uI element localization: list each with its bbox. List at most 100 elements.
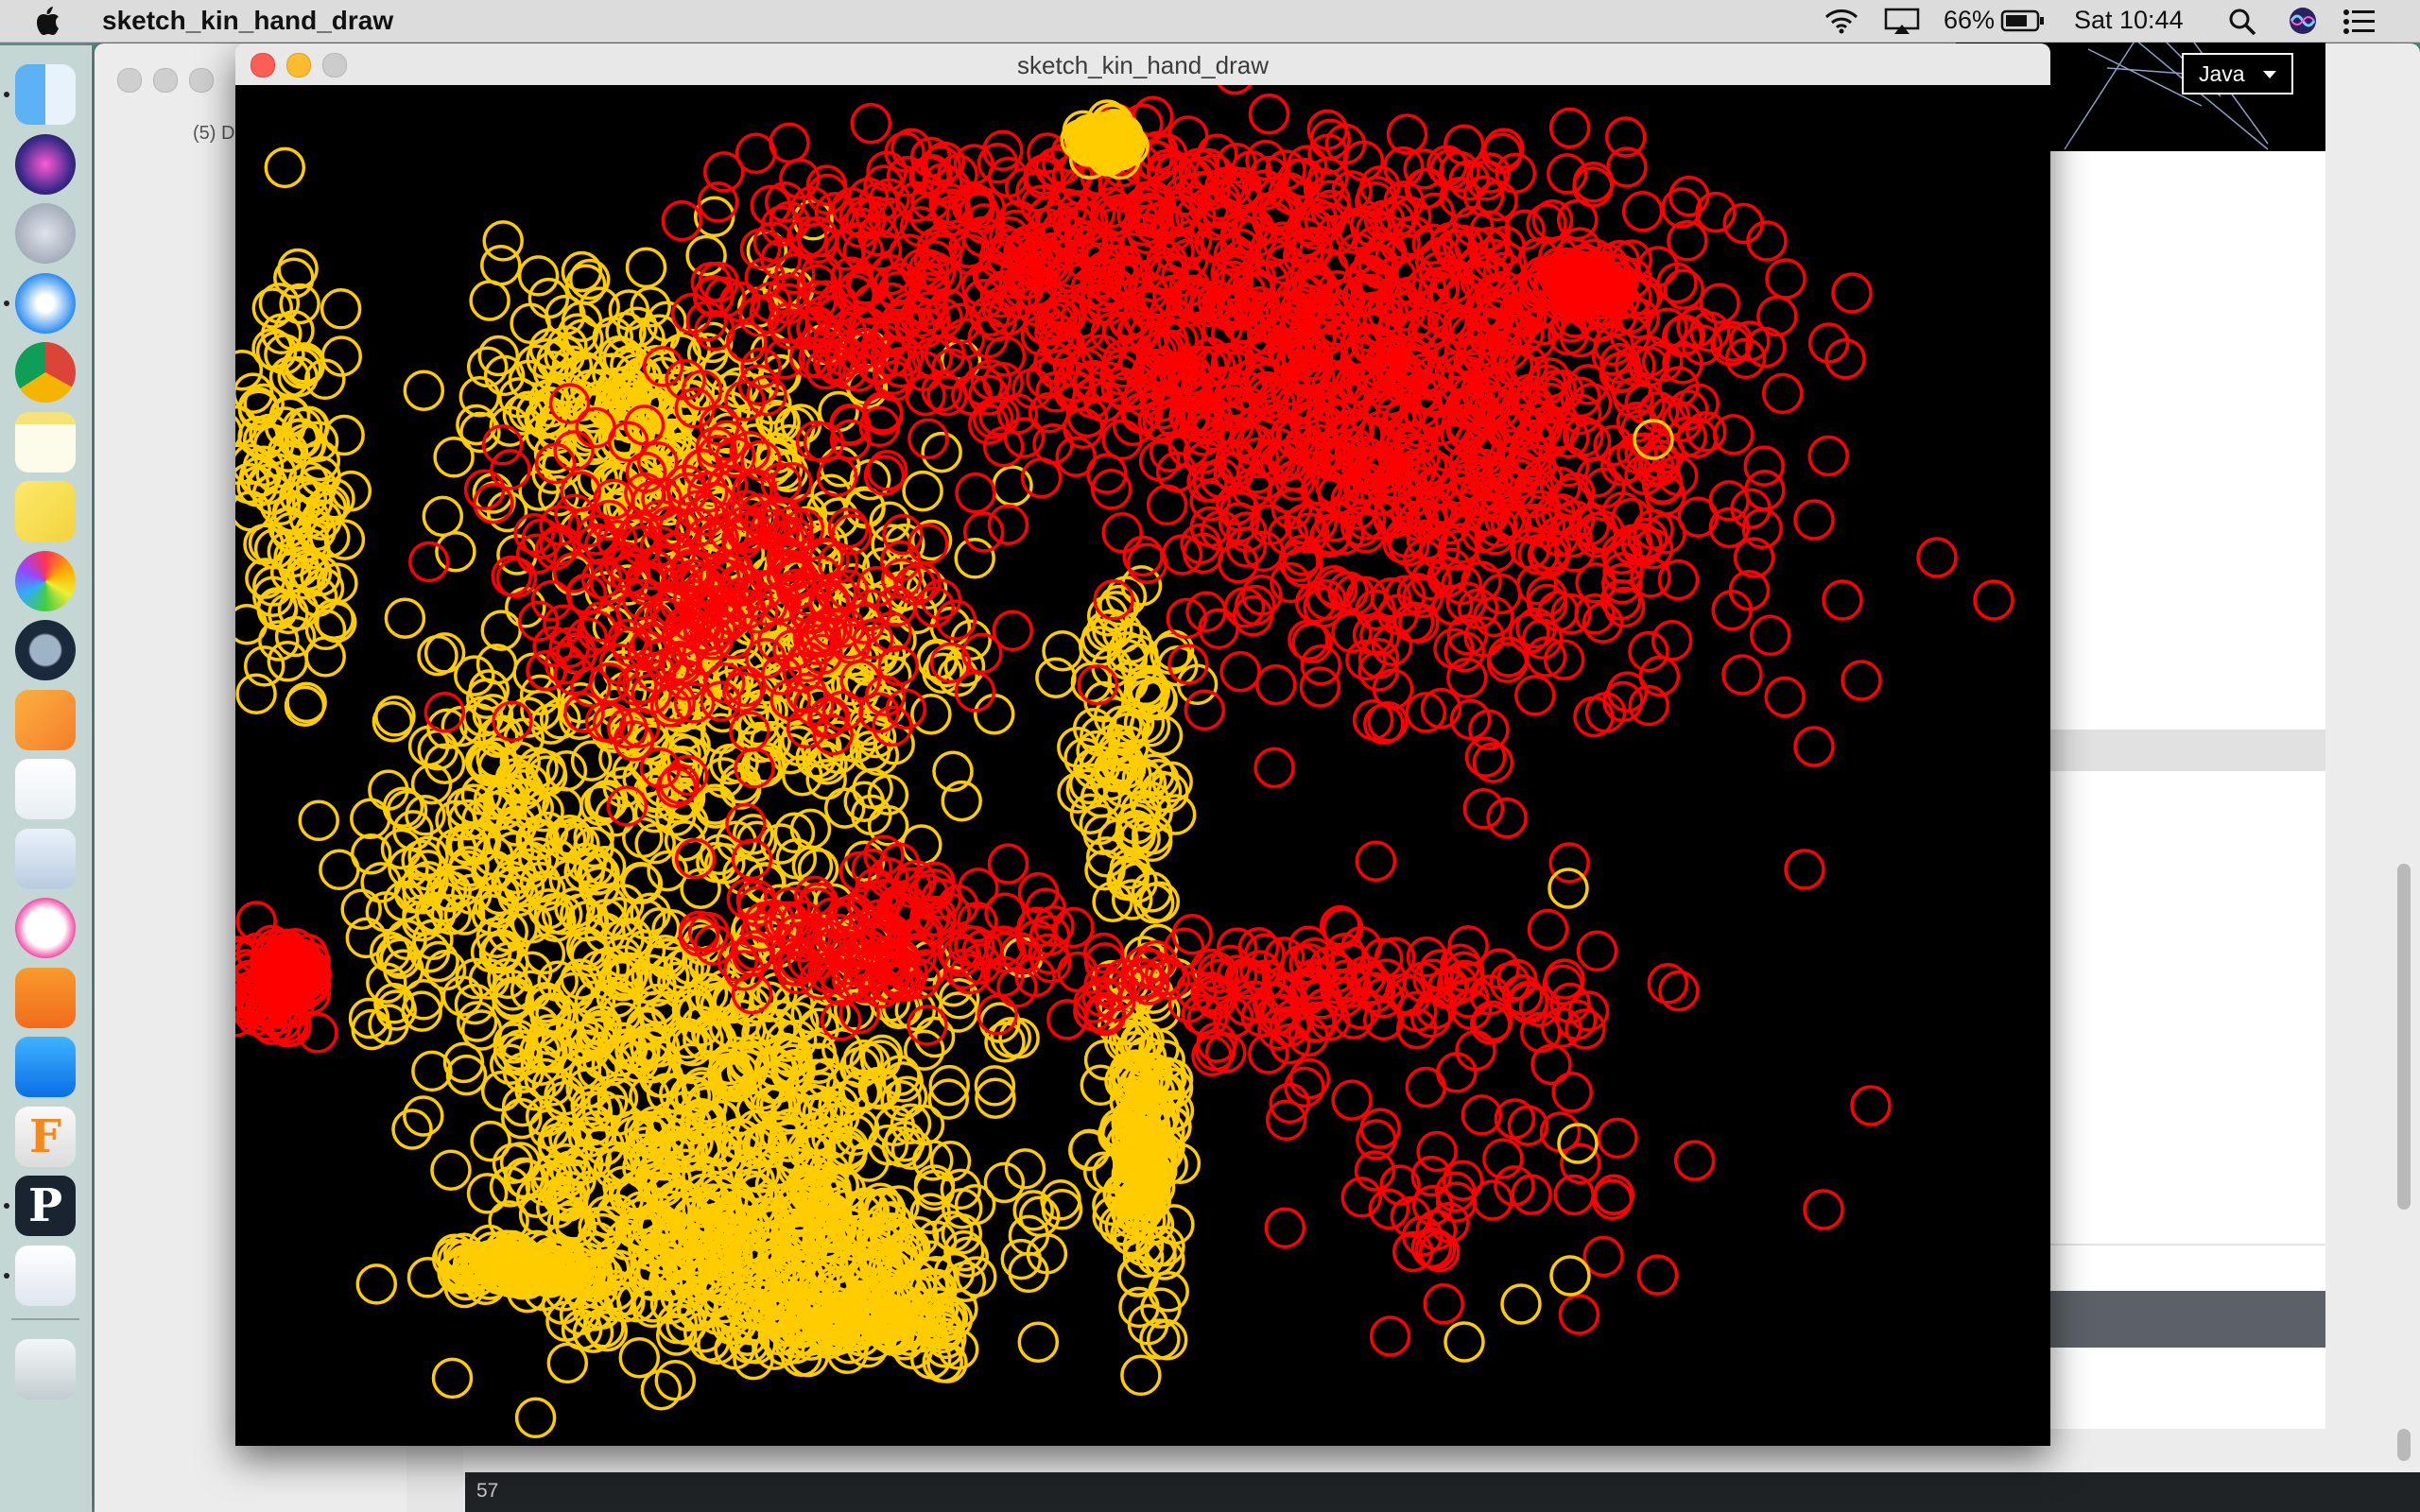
dock-trash-icon[interactable] [15,1339,76,1400]
drawn-circle [1004,1148,1046,1190]
dock-separator [11,1318,79,1320]
airplay-icon[interactable] [1883,7,1921,35]
dock-launchpad-icon[interactable] [15,203,76,264]
dock-app-store-icon[interactable] [15,1037,76,1097]
dock-processing-icon[interactable]: P [15,1176,76,1236]
dock-numbers-icon[interactable] [15,759,76,819]
drawn-circle [1673,1140,1716,1181]
dock-fusion-360-icon[interactable]: F [15,1106,76,1167]
drawn-circle [962,511,1005,553]
drawn-circle [1547,868,1589,909]
drawn-circle [1807,435,1849,477]
drawn-circle [1749,614,1791,657]
dock-stickies-icon[interactable] [15,481,76,541]
drawn-circle [418,940,459,983]
close-button-inactive[interactable] [117,68,142,93]
notification-center-icon[interactable] [2342,9,2377,35]
search-icon[interactable] [2227,7,2257,37]
drawn-circle [408,541,450,583]
mode-selector[interactable]: Java [2182,53,2293,94]
editor-scrollbar[interactable] [2397,864,2411,1210]
siri-icon[interactable] [2288,6,2318,36]
drawn-circle [1527,908,1569,951]
drawn-circle [517,255,560,297]
sketch-titlebar[interactable]: sketch_kin_hand_draw [235,43,2050,86]
dock-itunes-icon[interactable] [15,898,76,958]
drawn-circle [235,673,277,714]
dock-notes-icon[interactable] [15,411,76,472]
drawn-circle [1486,797,1528,839]
dock-photos-icon[interactable] [15,550,76,611]
drawn-circle [1756,295,1798,337]
dock-siri-icon[interactable] [15,133,76,195]
drawn-circle [625,247,667,289]
drawn-circle [466,1173,509,1214]
drawn-circle [430,1149,472,1191]
console-scrollbar[interactable] [2397,1429,2411,1461]
editor-tab[interactable]: (5) D [193,123,234,145]
drawn-circle [1369,1315,1411,1357]
menu-clock[interactable]: Sat 10:44 [2074,6,2184,35]
dock-keynote-icon[interactable] [15,828,76,889]
dock-safari-icon[interactable] [15,272,76,334]
sketch-window: sketch_kin_hand_draw [235,43,2050,1446]
drawn-circle [1530,1043,1572,1086]
drawn-circle [1514,675,1556,716]
drawn-circle [431,1357,474,1400]
drawn-circle [1784,849,1825,890]
drawn-circle [1807,322,1850,364]
apple-icon[interactable] [36,6,64,36]
drawn-circle [1621,190,1664,232]
battery-percent[interactable]: 66% [1944,6,1995,35]
drawn-circle [852,767,893,810]
drawn-circle [298,799,339,842]
drawn-circle [987,504,1029,545]
drawn-circle [1822,579,1863,621]
battery-icon[interactable] [2000,9,2046,33]
drawn-circle [1551,1072,1593,1113]
drawn-circle [1668,175,1710,217]
drawn-circle [1248,1033,1289,1074]
dock-quicktime-icon[interactable] [15,620,76,680]
drawn-circle [1597,1117,1638,1160]
drawn-circle [284,685,326,727]
drawn-circle [475,644,518,685]
drawn-circle [618,1336,661,1379]
dock-java-icon[interactable] [15,1245,76,1306]
dock-chrome-icon[interactable] [15,342,76,403]
drawn-circle [954,538,995,579]
drawn-circle [913,1016,956,1058]
drawn-circle [961,365,1004,406]
drawn-circle [570,740,613,782]
drawn-circle [1606,146,1648,188]
drawn-circle [514,1397,557,1439]
mode-label: Java [2199,61,2245,86]
drawn-circle [1101,511,1143,554]
drawn-circle [1841,660,1882,701]
drawn-circle [1764,676,1806,718]
drawn-circle [640,1368,683,1411]
drawn-circle [235,603,268,645]
circle-drawing[interactable] [235,53,2050,1446]
drawn-circle [1651,620,1693,662]
drawn-circle [1355,840,1397,882]
drawn-circle [1436,1052,1478,1093]
drawn-circle [1253,747,1295,789]
drawn-circle [1255,663,1297,706]
drawn-circle [1166,597,1208,640]
dock-finder-icon[interactable] [15,64,76,125]
drawn-circle [1793,726,1835,767]
minimize-button-inactive[interactable] [153,68,178,93]
wifi-icon[interactable] [1823,7,1860,35]
drawn-circle [1185,591,1227,633]
drawn-circle [403,369,445,411]
dock-pages-icon[interactable] [15,689,76,750]
drawn-circle [433,437,475,478]
dock-ibooks-icon[interactable] [15,967,76,1028]
console[interactable]: 57 [465,1472,2420,1512]
running-indicator [4,1203,9,1209]
zoom-button-inactive[interactable] [189,68,214,93]
sketch-canvas[interactable] [235,53,2050,1446]
active-app-name[interactable]: sketch_kin_hand_draw [102,6,393,36]
drawn-circle [795,421,838,462]
